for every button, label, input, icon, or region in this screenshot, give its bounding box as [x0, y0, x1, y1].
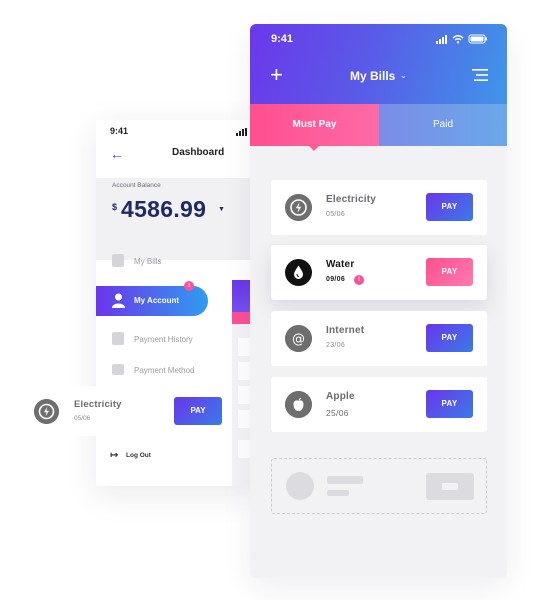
pay-button[interactable]: PAY — [426, 324, 473, 352]
status-icons — [436, 34, 487, 44]
svg-text:@: @ — [292, 332, 305, 347]
status-time: 9:41 — [110, 126, 129, 136]
pay-button[interactable]: PAY — [426, 193, 473, 221]
placeholder-line — [327, 490, 349, 496]
menu-item-label: Payment History — [134, 335, 193, 344]
menu-item-label: My Bills — [134, 257, 162, 266]
my-bills-screen: 9:41 + My Bills ⌄ Must Pay Paid Electric… — [250, 24, 507, 578]
currency-symbol: $ — [112, 202, 118, 212]
bill-icon — [112, 254, 124, 267]
tab-paid[interactable]: Paid — [379, 104, 507, 146]
active-tab-indicator — [308, 145, 320, 151]
logout-link[interactable]: Log Out — [126, 452, 151, 459]
user-icon — [112, 293, 125, 308]
header: 9:41 + My Bills ⌄ — [250, 24, 507, 104]
tab-must-pay[interactable]: Must Pay — [250, 104, 379, 146]
status-time: 9:41 — [271, 33, 294, 45]
at-sign-icon: @ — [285, 325, 312, 352]
placeholder-line — [327, 476, 363, 484]
balance-amount: 4586.99 — [121, 196, 207, 222]
notification-badge: 3 — [184, 281, 194, 291]
menu-item-payment-method[interactable]: Payment Method — [110, 363, 220, 379]
bill-card-apple[interactable]: Apple 25/06 PAY — [271, 377, 487, 432]
bill-card-electricity[interactable]: Electricity 05/06 PAY — [271, 180, 487, 235]
calendar-icon — [112, 332, 124, 345]
chevron-down-icon[interactable]: ▼ — [218, 206, 225, 213]
menu-item-label: My Account — [134, 296, 180, 305]
menu-item-my-bills[interactable]: My Bills — [110, 254, 200, 270]
menu-item-my-account[interactable]: My Account 3 — [96, 281, 208, 316]
page-title: Dashboard — [172, 147, 225, 158]
electricity-icon — [285, 194, 312, 221]
menu-icon[interactable] — [472, 69, 488, 81]
apple-icon — [285, 391, 312, 418]
alert-badge: ! — [354, 275, 364, 285]
bill-date: 25/06 — [326, 408, 349, 418]
pay-button[interactable]: PAY — [174, 397, 222, 425]
bill-name: Electricity — [74, 399, 122, 410]
add-bill-placeholder[interactable] — [271, 458, 487, 514]
bill-name: Electricity — [326, 194, 377, 205]
placeholder-icon — [286, 472, 314, 500]
chevron-down-icon[interactable]: ⌄ — [400, 71, 407, 80]
menu-item-label: Payment Method — [134, 366, 195, 375]
water-drop-icon — [285, 259, 312, 286]
floating-bill-card: Electricity 05/06 PAY — [20, 386, 232, 436]
pay-button[interactable]: PAY — [426, 258, 473, 286]
signal-icon — [236, 128, 247, 136]
bill-date: 05/06 — [74, 415, 91, 422]
logout-icon[interactable]: ↦ — [110, 450, 118, 461]
bill-date: 09/06 — [326, 276, 346, 283]
placeholder-button — [426, 473, 474, 500]
placeholder-button-label — [442, 483, 458, 490]
page-title: My Bills — [350, 69, 396, 83]
menu-item-payment-history[interactable]: Payment History — [110, 332, 220, 348]
pay-button[interactable]: PAY — [426, 390, 473, 418]
bill-name: Internet — [326, 325, 365, 336]
credit-card-icon — [112, 364, 124, 375]
bill-name: Apple — [326, 391, 355, 402]
balance-label: Account Balance — [112, 182, 161, 189]
arrow-left-icon[interactable]: ← — [110, 146, 124, 162]
electricity-icon — [34, 399, 59, 424]
bill-card-water[interactable]: Water 09/06 ! PAY — [271, 245, 487, 300]
balance-card: Account Balance $ 4586.99 ▼ — [96, 178, 256, 291]
bill-card-internet[interactable]: @ Internet 23/06 PAY — [271, 311, 487, 366]
bill-name: Water — [326, 259, 355, 270]
bill-date: 05/06 — [326, 211, 346, 218]
add-icon[interactable]: + — [270, 64, 283, 86]
bill-date: 23/06 — [326, 342, 346, 349]
